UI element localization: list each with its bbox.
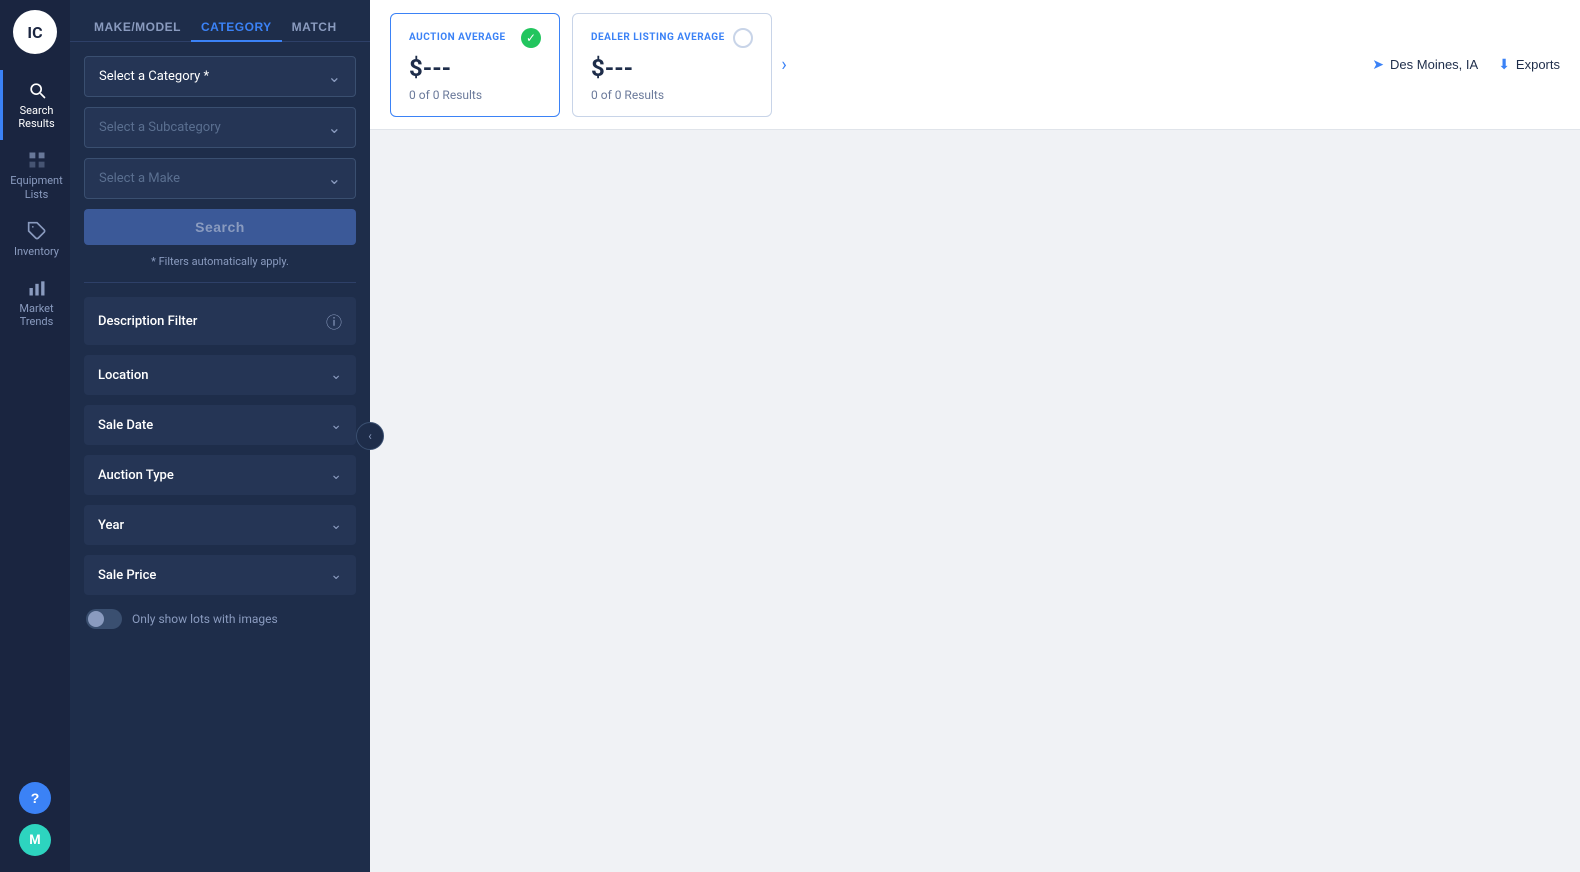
dealer-card-chevron-icon: ›: [781, 54, 786, 75]
auction-average-card[interactable]: AUCTION AVERAGE ✓ $--- 0 of 0 Results: [390, 13, 560, 117]
dealer-card-header: DEALER LISTING AVERAGE: [591, 28, 753, 48]
auction-card-header: AUCTION AVERAGE ✓: [409, 28, 541, 48]
exports-button[interactable]: ⬇ Exports: [1498, 56, 1560, 73]
toggle-knob: [88, 611, 104, 627]
images-toggle-row: Only show lots with images: [84, 605, 356, 633]
auction-type-filter-label: Auction Type: [98, 468, 174, 483]
tab-match[interactable]: MATCH: [282, 14, 347, 42]
nav-item-market-trends[interactable]: Market Trends: [0, 268, 70, 338]
nav-label-market-trends: Market Trends: [19, 302, 53, 328]
subcategory-placeholder: Select a Subcategory: [99, 120, 221, 135]
icon-nav: IC Search Results Equipment Lists Invent…: [0, 0, 70, 872]
location-button[interactable]: ➤ Des Moines, IA: [1372, 56, 1478, 73]
location-filter-label: Location: [98, 368, 148, 383]
sale-price-filter[interactable]: Sale Price ⌄: [84, 555, 356, 595]
subcategory-chevron-icon: ⌄: [328, 118, 341, 137]
dealer-card-title: DEALER LISTING AVERAGE: [591, 32, 725, 43]
location-label: Des Moines, IA: [1390, 57, 1478, 72]
topbar: AUCTION AVERAGE ✓ $--- 0 of 0 Results DE…: [370, 0, 1580, 130]
year-chevron-icon: ⌄: [330, 517, 342, 533]
sidebar: ‹ MAKE/MODEL CATEGORY MATCH Select a Cat…: [70, 0, 370, 872]
make-select[interactable]: Select a Make ⌄: [84, 158, 356, 199]
sidebar-collapse-button[interactable]: ‹: [356, 422, 384, 450]
make-chevron-icon: ⌄: [328, 169, 341, 188]
auction-active-badge: ✓: [521, 28, 541, 48]
list-icon: [27, 150, 47, 170]
year-filter-label: Year: [98, 518, 124, 533]
nav-item-equipment-lists[interactable]: Equipment Lists: [0, 140, 70, 210]
nav-label-inventory: Inventory: [14, 245, 59, 258]
download-icon: ⬇: [1498, 56, 1510, 73]
sale-date-chevron-icon: ⌄: [330, 417, 342, 433]
dealer-card-results: 0 of 0 Results: [591, 88, 753, 102]
nav-bottom: ? M: [19, 782, 51, 872]
description-filter-label: Description Filter: [98, 314, 197, 329]
sale-price-filter-label: Sale Price: [98, 568, 156, 583]
content-area: [370, 130, 1580, 872]
description-filter-section: Description Filter ⓘ: [84, 297, 356, 345]
auction-card-results: 0 of 0 Results: [409, 88, 541, 102]
category-select[interactable]: Select a Category * ⌄: [84, 56, 356, 97]
dealer-card-price: $---: [591, 54, 753, 82]
dealer-inactive-badge: [733, 28, 753, 48]
filters-note: * Filters automatically apply.: [84, 255, 356, 268]
sidebar-content: Select a Category * ⌄ Select a Subcatego…: [70, 42, 370, 872]
cards-row: AUCTION AVERAGE ✓ $--- 0 of 0 Results DE…: [390, 13, 772, 117]
auction-card-price: $---: [409, 54, 541, 82]
help-button[interactable]: ?: [19, 782, 51, 814]
tag-icon: [27, 221, 47, 241]
sale-date-filter[interactable]: Sale Date ⌄: [84, 405, 356, 445]
images-toggle-label: Only show lots with images: [132, 612, 278, 626]
dealer-average-card[interactable]: DEALER LISTING AVERAGE $--- 0 of 0 Resul…: [572, 13, 772, 117]
logo: IC: [13, 10, 57, 54]
location-chevron-icon: ⌄: [330, 367, 342, 383]
sidebar-tabs: MAKE/MODEL CATEGORY MATCH: [70, 0, 370, 42]
search-button[interactable]: Search: [84, 209, 356, 245]
auction-type-chevron-icon: ⌄: [330, 467, 342, 483]
search-icon: [27, 80, 47, 100]
location-filter[interactable]: Location ⌄: [84, 355, 356, 395]
images-toggle[interactable]: [86, 609, 122, 629]
divider: [84, 282, 356, 283]
category-chevron-icon: ⌄: [328, 67, 341, 86]
subcategory-select[interactable]: Select a Subcategory ⌄: [84, 107, 356, 148]
make-placeholder: Select a Make: [99, 171, 180, 186]
category-placeholder: Select a Category *: [99, 69, 209, 84]
bar-chart-icon: [27, 278, 47, 298]
nav-item-inventory[interactable]: Inventory: [0, 211, 70, 268]
main: AUCTION AVERAGE ✓ $--- 0 of 0 Results DE…: [370, 0, 1580, 872]
sale-price-chevron-icon: ⌄: [330, 567, 342, 583]
user-avatar[interactable]: M: [19, 824, 51, 856]
nav-item-search-results[interactable]: Search Results: [0, 70, 70, 140]
nav-label-equipment-lists: Equipment Lists: [10, 174, 62, 200]
tab-category[interactable]: CATEGORY: [191, 14, 282, 42]
exports-label: Exports: [1516, 57, 1560, 72]
auction-card-title: AUCTION AVERAGE: [409, 32, 506, 43]
year-filter[interactable]: Year ⌄: [84, 505, 356, 545]
topbar-right: ➤ Des Moines, IA ⬇ Exports: [1372, 56, 1560, 73]
nav-label-search-results: Search Results: [18, 104, 54, 130]
sale-date-filter-label: Sale Date: [98, 418, 153, 433]
tab-make-model[interactable]: MAKE/MODEL: [84, 14, 191, 42]
info-icon[interactable]: ⓘ: [326, 309, 342, 333]
auction-type-filter[interactable]: Auction Type ⌄: [84, 455, 356, 495]
location-icon: ➤: [1372, 56, 1384, 73]
